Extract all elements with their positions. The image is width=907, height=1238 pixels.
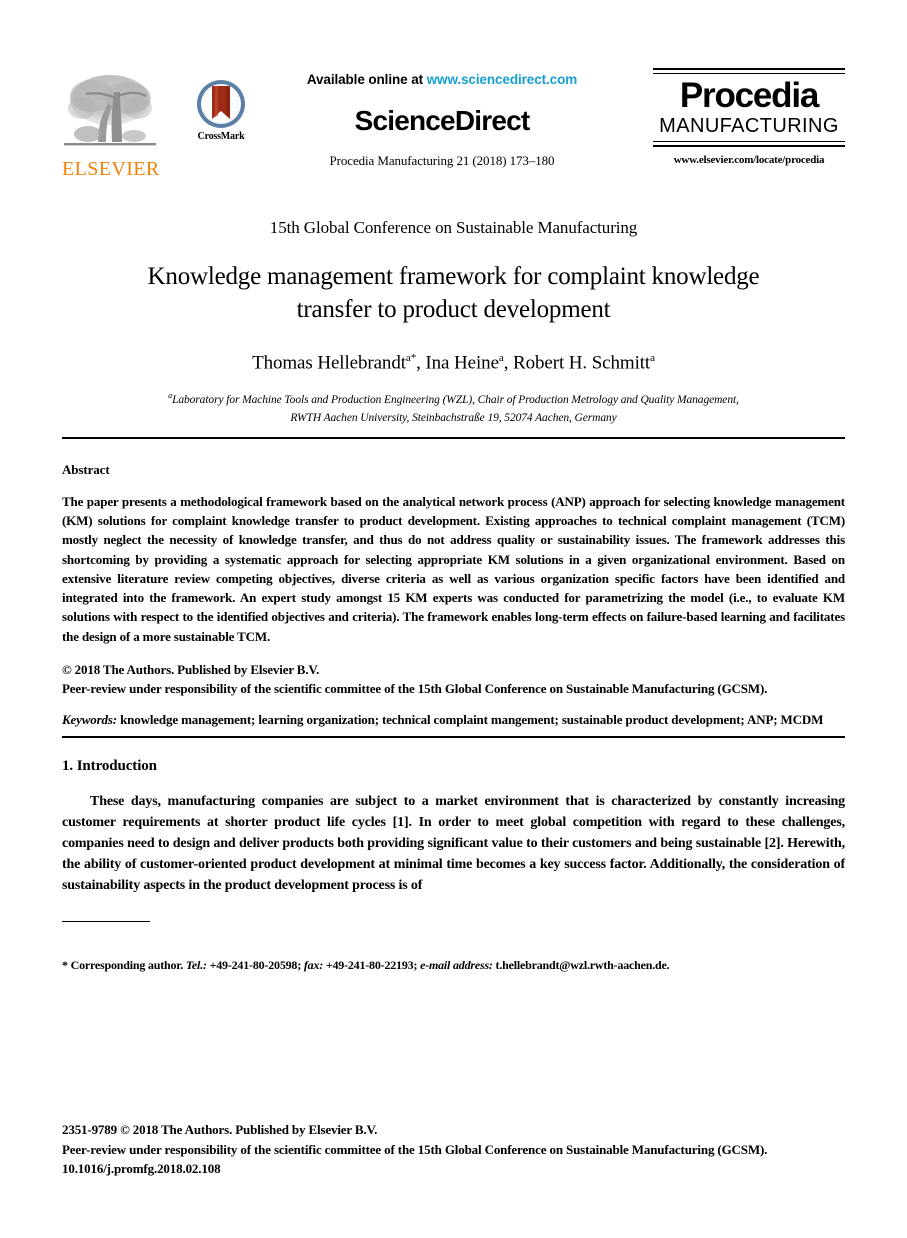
sciencedirect-block: Available online at www.sciencedirect.co… [232, 72, 652, 169]
author-name[interactable]: Robert H. Schmitt [513, 352, 650, 373]
footnote-tel-value: +49-241-80-20598; [206, 958, 304, 972]
copyright-line: © 2018 The Authors. Published by Elsevie… [62, 661, 320, 677]
footnote-marker: * Corresponding author. [62, 958, 186, 972]
procedia-url[interactable]: www.elsevier.com/locate/procedia [653, 154, 845, 166]
author-affiliation-mark: a [650, 352, 655, 364]
elsevier-tree-icon [64, 75, 156, 146]
journal-volume-pages: Procedia Manufacturing 21 (2018) 173–180 [329, 153, 555, 168]
keywords-values: knowledge management; learning organizat… [116, 712, 824, 728]
author-affiliation-mark: a [498, 352, 504, 364]
procedia-title: Procedia [679, 76, 819, 115]
procedia-manufacturing-logo: Procedia MANUFACTURING www.elsevier.com/… [653, 68, 845, 166]
elsevier-logo: ELSEVIER [62, 70, 160, 182]
procedia-subtitle: MANUFACTURING [659, 114, 839, 137]
procedia-rule-top [653, 68, 845, 74]
affiliation: aLaboratory for Machine Tools and Produc… [62, 390, 845, 427]
title-block: 15th Global Conference on Sustainable Ma… [62, 218, 845, 428]
introduction-top-rule [62, 736, 845, 738]
paper-title-line-2: transfer to product development [296, 296, 611, 323]
affiliation-line-1: Laboratory for Machine Tools and Product… [172, 394, 739, 407]
introduction-paragraph: These days, manufacturing companies are … [62, 794, 845, 893]
conference-name: 15th Global Conference on Sustainable Ma… [269, 218, 638, 237]
available-online-line: Available online at www.sciencedirect.co… [232, 72, 652, 87]
footer-issn-copyright: 2351-9789 © 2018 The Authors. Published … [62, 1122, 378, 1137]
abstract-section: Abstract The paper presents a methodolog… [62, 462, 845, 728]
keywords-line: Keywords: knowledge management; learning… [62, 712, 845, 728]
elsevier-wordmark: ELSEVIER [62, 158, 160, 180]
footnote-fax-label: fax: [303, 958, 324, 972]
sciencedirect-wordmark: ScienceDirect [354, 105, 531, 136]
page-title: Knowledge management framework for compl… [62, 260, 845, 326]
introduction-section: 1. Introduction These days, manufacturin… [62, 758, 845, 896]
author-list: Thomas Hellebrandta*, Ina Heinea, Robert… [252, 352, 655, 374]
author-affiliation-mark: a* [405, 352, 417, 364]
author-name[interactable]: Thomas Hellebrandt [252, 352, 406, 373]
footer-peer-review: Peer-review under responsibility of the … [62, 1141, 768, 1157]
abstract-heading: Abstract [62, 462, 110, 477]
journal-masthead: ELSEVIER CrossMark Available online at w… [62, 68, 845, 203]
sciencedirect-url-link[interactable]: www.sciencedirect.com [427, 72, 578, 87]
affiliation-line-2: RWTH Aachen University, Steinbachstraße … [290, 411, 617, 424]
abstract-copyright-block: © 2018 The Authors. Published by Elsevie… [62, 660, 845, 698]
keywords-label: Keywords: [62, 712, 117, 728]
section-heading-introduction: 1. Introduction [62, 758, 157, 774]
peer-review-line: Peer-review under responsibility of the … [62, 681, 768, 697]
footnote-fax-value: +49-241-80-22193; [323, 958, 421, 972]
abstract-text: The paper presents a methodological fram… [62, 494, 845, 644]
footer-doi[interactable]: 10.1016/j.promfg.2018.02.108 [62, 1159, 852, 1179]
page-footer: 2351-9789 © 2018 The Authors. Published … [62, 1120, 852, 1179]
abstract-top-rule [62, 437, 845, 439]
available-online-prefix: Available online at [306, 72, 427, 87]
footnote-email-value[interactable]: t.hellebrandt@wzl.rwth-aachen.de. [493, 958, 670, 972]
corresponding-author-footnote: * Corresponding author. Tel.: +49-241-80… [62, 958, 845, 973]
article-first-page: ELSEVIER CrossMark Available online at w… [0, 0, 907, 1238]
procedia-rule-bottom [653, 140, 845, 147]
footnote-separator-rule [62, 921, 150, 922]
footnote-email-label: e-mail address: [420, 958, 493, 972]
footnote-tel-label: Tel.: [185, 958, 207, 972]
author-name[interactable]: Ina Heine [425, 352, 499, 373]
paper-title-line-1: Knowledge management framework for compl… [147, 263, 760, 290]
